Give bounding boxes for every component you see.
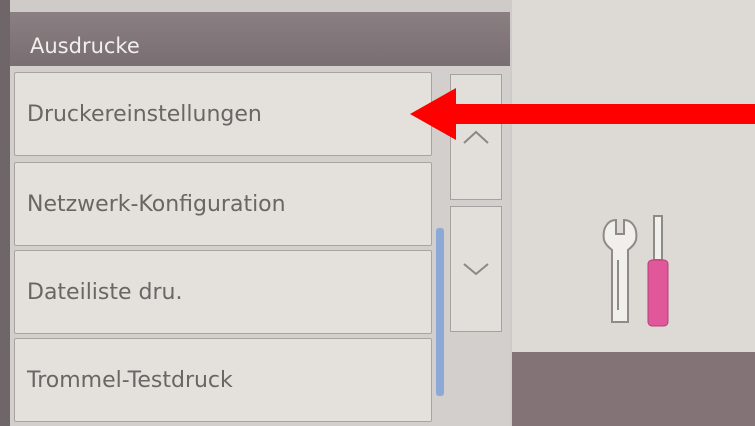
screen-bezel [0, 0, 10, 426]
menu-item-label: Druckereinstellungen [27, 101, 262, 127]
menu-item-trommel-testdruck[interactable]: Trommel-Testdruck [14, 338, 432, 422]
printer-screen: Ausdrucke Druckereinstellungen Netzwerk-… [0, 0, 755, 426]
annotation-arrow [410, 88, 755, 140]
title-bar: Ausdrucke [10, 12, 510, 68]
menu-item-druckereinstellungen[interactable]: Druckereinstellungen [14, 72, 432, 156]
menu-item-dateiliste[interactable]: Dateiliste dru. [14, 250, 432, 334]
menu-item-label: Dateiliste dru. [27, 279, 183, 305]
chevron-down-icon [463, 263, 489, 276]
footer-panel [512, 352, 755, 426]
scroll-indicator [436, 228, 444, 396]
tools-icon [602, 215, 669, 327]
menu-item-label: Netzwerk-Konfiguration [27, 191, 286, 217]
scroll-down-button[interactable] [450, 206, 502, 332]
menu-item-netzwerk-konfiguration[interactable]: Netzwerk-Konfiguration [14, 162, 432, 246]
menu-item-label: Trommel-Testdruck [27, 367, 233, 393]
page-title: Ausdrucke [30, 34, 140, 58]
